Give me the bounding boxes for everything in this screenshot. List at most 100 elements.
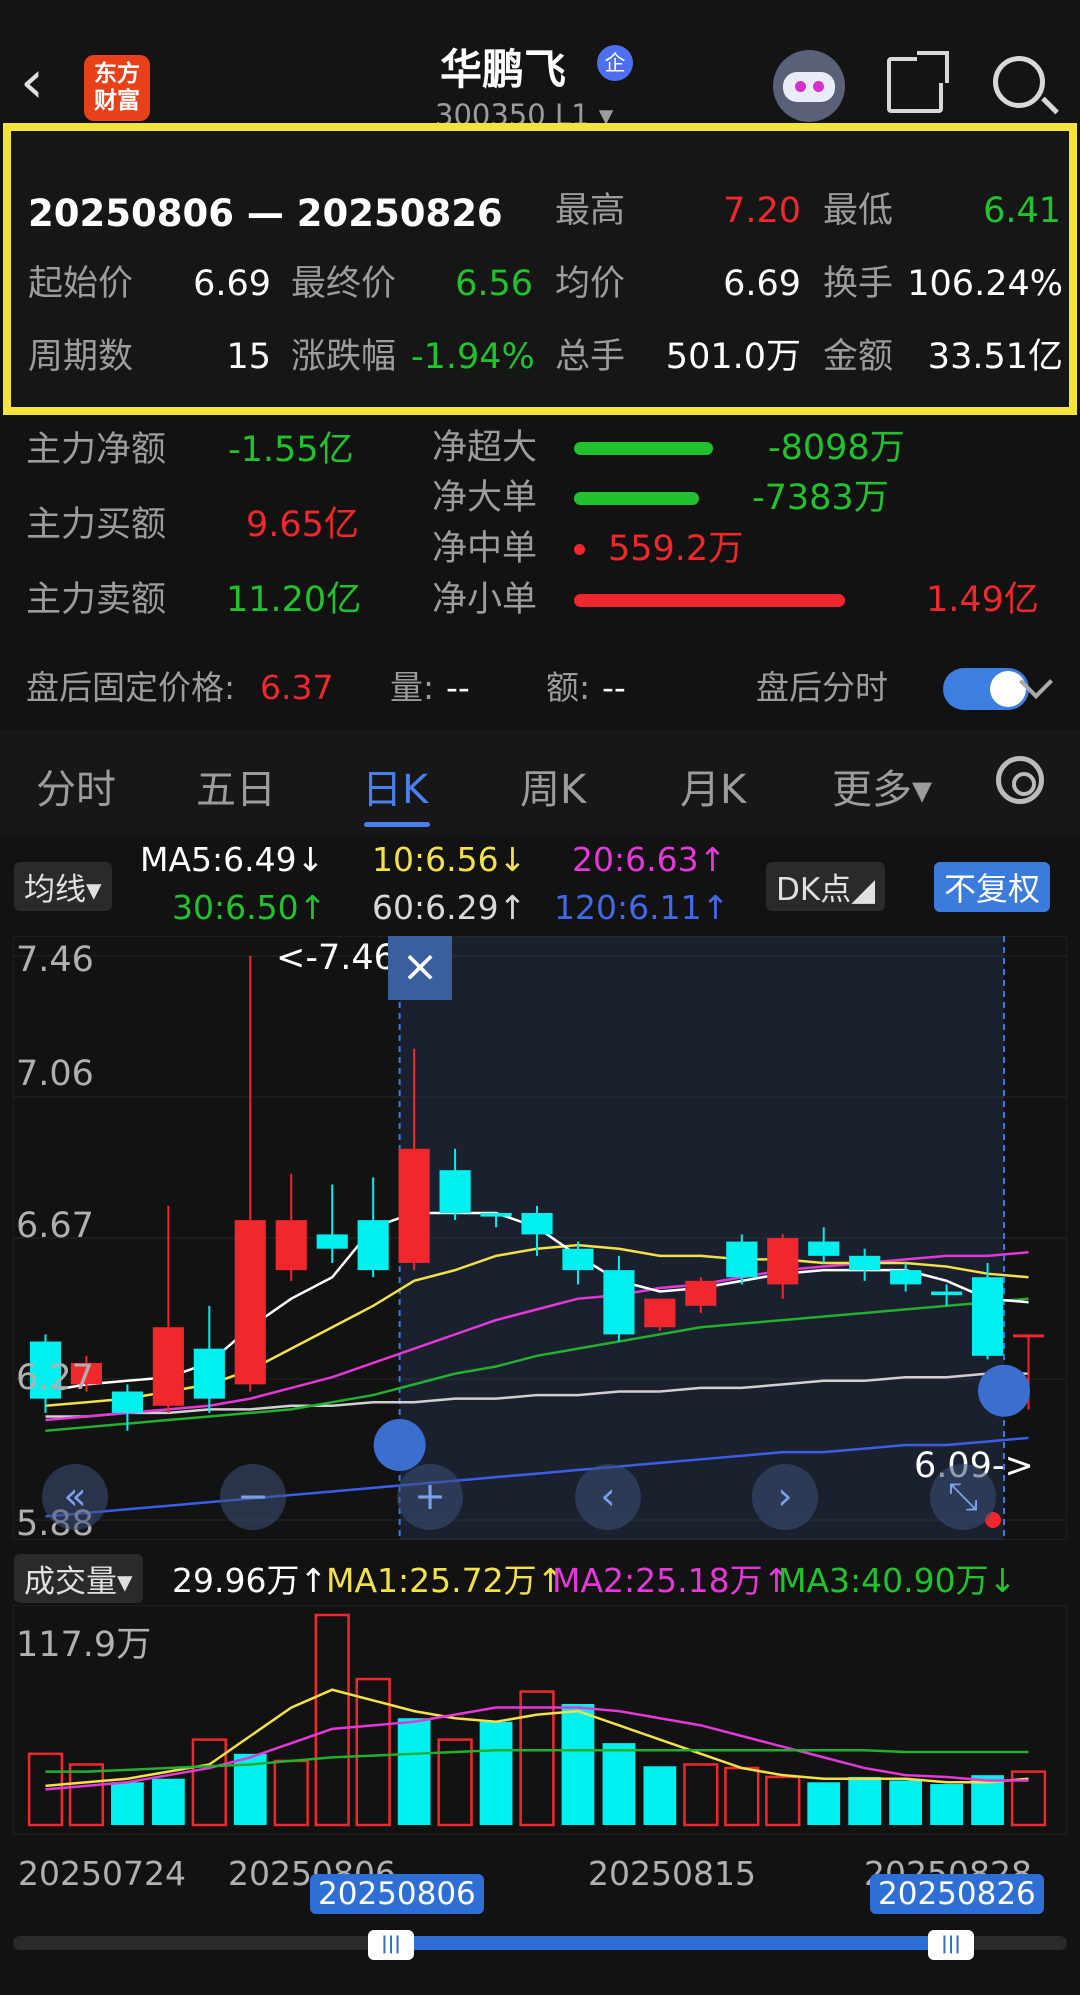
candle-body: [152, 1327, 184, 1406]
main-sell-value: 11.20亿: [226, 580, 362, 620]
volume-max-label: 117.9万: [16, 1625, 152, 1665]
large-net-value: -7383万: [752, 478, 889, 518]
expand-icon[interactable]: ⤡: [930, 1464, 996, 1530]
candle-body: [275, 1220, 307, 1271]
selection-start-date: 20250806: [310, 1874, 484, 1914]
tab-weekly-k[interactable]: 周K: [520, 757, 586, 815]
close-label: 最终价: [291, 264, 397, 304]
large-net-bar: [574, 492, 700, 505]
range-slider[interactable]: [13, 1936, 1067, 1950]
gear-icon[interactable]: [996, 756, 1044, 804]
close-selection-icon[interactable]: ×: [388, 936, 452, 1000]
xl-net-value: -8098万: [768, 428, 905, 468]
candle-body: [111, 1391, 143, 1413]
volume-bar: [724, 1766, 760, 1827]
candle-body: [685, 1280, 717, 1306]
volume-bar: [643, 1766, 677, 1825]
ma30-label: 30:6.50↑: [172, 888, 327, 927]
candle-body: [316, 1234, 348, 1249]
candle-body: [644, 1298, 676, 1328]
candle-body: [971, 1277, 1004, 1356]
candlestick-chart[interactable]: [13, 936, 1067, 1540]
ma120-label: 120:6.11↑: [554, 888, 730, 927]
candle-body: [521, 1213, 553, 1235]
volume-ma1: MA1:25.72万↑: [326, 1561, 565, 1600]
enterprise-badge-icon: 企: [597, 45, 633, 81]
change-value: -1.94%: [411, 337, 535, 377]
main-sell-label: 主力卖额: [26, 580, 167, 620]
y-axis-label-top: 7.46: [16, 940, 94, 980]
volume-chart[interactable]: [13, 1605, 1067, 1835]
dk-point-button[interactable]: DK点◢: [766, 862, 886, 911]
candle-body: [1012, 1334, 1045, 1338]
high-value: 7.20: [723, 191, 801, 231]
tab-more[interactable]: 更多▾: [832, 757, 932, 815]
assistant-robot-icon[interactable]: [773, 50, 845, 122]
candle-body: [357, 1220, 389, 1271]
medium-net-value: 559.2万: [608, 529, 744, 569]
next-icon[interactable]: ›: [752, 1464, 818, 1530]
back-arrow-icon[interactable]: ‹: [20, 52, 44, 112]
tab-five-day[interactable]: 五日: [196, 757, 276, 815]
periods-label: 周期数: [28, 337, 134, 377]
after-hours-vol-value: --: [446, 668, 470, 707]
main-net-label: 主力净额: [26, 430, 167, 470]
medium-net-label: 净中单: [432, 529, 538, 569]
close-value: 6.56: [455, 264, 533, 304]
previous-icon[interactable]: ‹: [575, 1464, 641, 1530]
volume-value: 501.0万: [665, 337, 801, 377]
low-label: 最低: [823, 191, 894, 231]
zoom-in-icon[interactable]: +: [397, 1464, 463, 1530]
volume-bar: [191, 1738, 227, 1827]
volume-bar: [273, 1759, 309, 1827]
after-hours-amt-value: --: [602, 668, 626, 707]
main-net-value: -1.55亿: [228, 430, 354, 470]
stock-name: 华鹏飞: [440, 45, 567, 94]
share-icon[interactable]: [887, 51, 949, 113]
avg-label: 均价: [555, 264, 626, 304]
adjustment-button[interactable]: 不复权: [934, 862, 1051, 912]
volume-bar: [848, 1776, 882, 1825]
main-buy-value: 9.65亿: [246, 505, 359, 545]
volume-bar: [765, 1775, 801, 1827]
ma-selector[interactable]: 均线▾: [14, 862, 112, 911]
candle-body: [808, 1241, 840, 1256]
range-handle-end[interactable]: |||: [928, 1930, 974, 1960]
periods-value: 15: [226, 337, 271, 377]
ma10-label: 10:6.56↓: [372, 840, 527, 879]
candle-body: [849, 1255, 881, 1271]
after-hours-amt-label: 额:: [546, 668, 591, 707]
after-hours-toggle[interactable]: [943, 668, 1029, 710]
volume-bar: [111, 1782, 144, 1825]
candle-body: [603, 1270, 635, 1335]
after-hours-vol-label: 量:: [390, 668, 435, 707]
search-icon[interactable]: [993, 56, 1045, 108]
selection-handle-start: [373, 1419, 426, 1472]
tab-daily-k[interactable]: 日K: [362, 757, 428, 815]
small-net-bar: [574, 594, 845, 607]
date-label-1: 20250724: [18, 1854, 186, 1893]
ma20-label: 20:6.63↑: [572, 840, 727, 879]
volume-bar: [602, 1743, 636, 1825]
zoom-out-icon[interactable]: −: [220, 1464, 286, 1530]
ma60-label: 60:6.29↑: [372, 888, 527, 927]
candle-body: [890, 1270, 922, 1285]
candle-body: [193, 1348, 225, 1399]
interval-summary-panel: 20250806 — 20250826 最高 7.20 最低 6.41 起始价 …: [3, 123, 1077, 415]
medium-net-dot: [574, 544, 585, 555]
candle-body: [931, 1291, 963, 1296]
volume-bar: [151, 1778, 185, 1825]
turnover-value: 106.24%: [907, 264, 1063, 304]
candle-body: [767, 1238, 799, 1285]
tab-monthly-k[interactable]: 月K: [680, 757, 746, 815]
turnover-label: 换手: [823, 264, 894, 304]
range-handle-start[interactable]: |||: [368, 1930, 414, 1960]
candle-body: [562, 1248, 594, 1271]
volume-bar: [314, 1613, 350, 1827]
volume-selector[interactable]: 成交量▾: [14, 1554, 143, 1603]
rewind-icon[interactable]: «: [42, 1464, 108, 1530]
volume-bar: [561, 1703, 595, 1825]
main-buy-label: 主力买额: [26, 505, 167, 545]
y-axis-label-2: 7.06: [16, 1054, 94, 1094]
tab-intraday[interactable]: 分时: [36, 757, 116, 815]
